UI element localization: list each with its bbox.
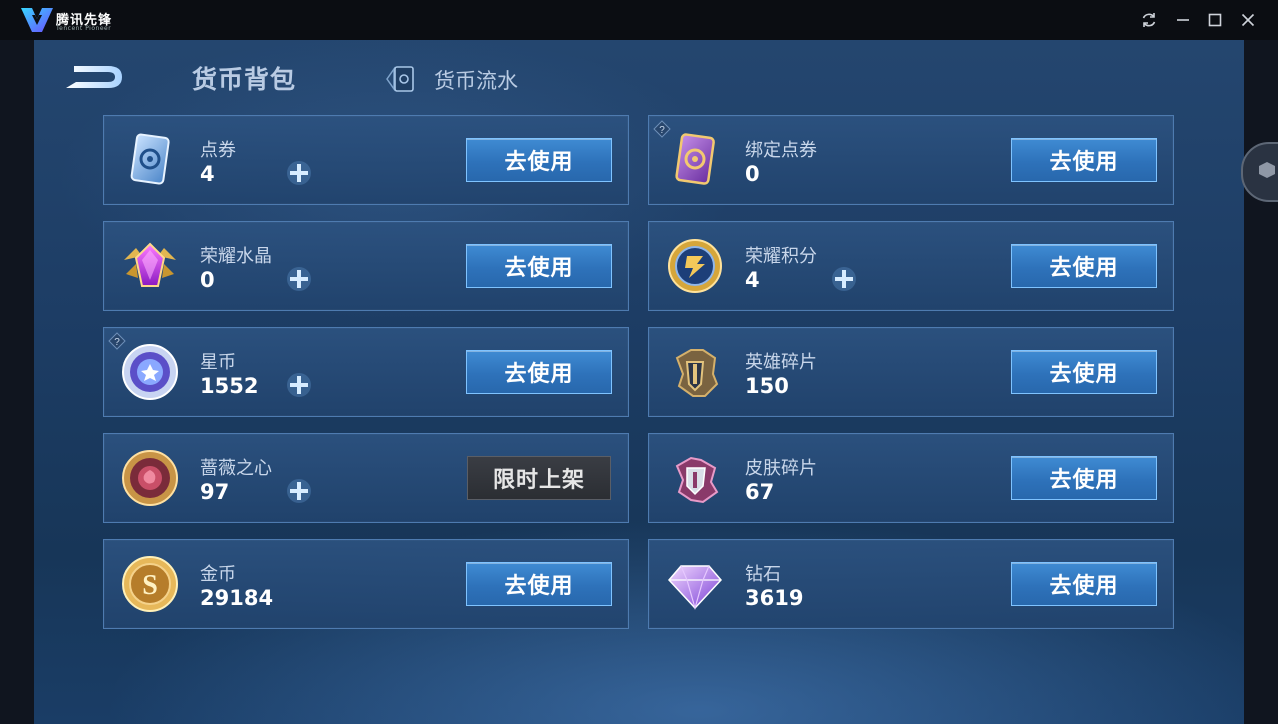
currency-card-rose-heart: 蔷薇之心 97 限时上架 [103,433,629,523]
currency-count: 4 [745,268,760,292]
bound-coupon-card-icon [663,128,727,192]
left-letterbox [0,40,34,724]
app-logo-subtext: Tencent Pioneer [56,25,112,32]
refresh-button[interactable] [1139,10,1159,30]
use-button[interactable]: 去使用 [466,138,612,182]
plus-icon [287,267,311,291]
svg-text:S: S [142,570,158,601]
back-arrow-icon [66,66,122,88]
tencent-pioneer-logo-icon [21,8,53,32]
currency-card-glory-points: 荣耀积分 4 去使用 [648,221,1174,311]
use-button[interactable]: 去使用 [1011,456,1157,500]
currency-name: 荣耀水晶 [200,246,272,267]
currency-card-gold-coin: S 金币 29184 去使用 [103,539,629,629]
plus-icon [287,479,311,503]
diamond-icon [663,552,727,616]
currency-name: 荣耀积分 [745,246,817,267]
use-button[interactable]: 去使用 [1011,244,1157,288]
currency-count: 0 [200,268,215,292]
add-glory-points-button[interactable] [829,264,859,294]
currency-card-coupon: 点券 4 去使用 [103,115,629,205]
plus-icon [287,373,311,397]
currency-card-glory-crystal: 荣耀水晶 0 去使用 [103,221,629,311]
minimize-icon [1177,19,1189,21]
plus-icon [832,267,856,291]
add-coupon-button[interactable] [284,158,314,188]
use-button[interactable]: 去使用 [466,244,612,288]
currency-card-bound-coupon: ? 绑定点券 0 去使用 [648,115,1174,205]
emulator-title-bar: 腾讯先锋 Tencent Pioneer [0,0,1278,40]
currency-name: 点券 [200,140,236,161]
currency-name: 金币 [200,564,236,585]
hero-fragment-icon [663,340,727,404]
currency-count: 4 [200,162,215,186]
use-button[interactable]: 去使用 [466,350,612,394]
maximize-icon [1208,13,1222,27]
glory-crystal-icon [118,234,182,298]
currency-count: 67 [745,480,775,504]
maximize-button[interactable] [1205,10,1225,30]
gold-coin-icon: S [118,552,182,616]
currency-count: 0 [745,162,760,186]
currency-card-star-coin: ? 星币 1552 去使用 [103,327,629,417]
currency-count: 29184 [200,586,274,610]
use-button[interactable]: 去使用 [1011,350,1157,394]
ledger-card-icon [386,66,414,92]
currency-name: 蔷薇之心 [200,458,272,479]
currency-card-diamond: 钻石 3619 去使用 [648,539,1174,629]
use-button[interactable]: 去使用 [1011,138,1157,182]
currency-name: 钻石 [745,564,781,585]
currency-backpack-screen: 货币背包 货币流水 点券 4 去使用 ? 绑定点券 0 去使用 荣耀水晶 0 去… [34,40,1244,724]
use-button[interactable]: 去使用 [1011,562,1157,606]
currency-count: 1552 [200,374,259,398]
close-icon [1241,13,1255,27]
coupon-card-icon [118,128,182,192]
add-star-coin-button[interactable] [284,370,314,400]
close-button[interactable] [1238,10,1258,30]
page-title: 货币背包 [192,65,297,94]
currency-flow-label: 货币流水 [434,69,518,93]
glory-points-icon [663,234,727,298]
limited-time-button: 限时上架 [467,456,611,500]
use-button[interactable]: 去使用 [466,562,612,606]
skin-fragment-icon [663,446,727,510]
currency-count: 3619 [745,586,804,610]
currency-name: 皮肤碎片 [745,458,817,479]
star-coin-icon [118,340,182,404]
refresh-icon [1142,13,1156,27]
currency-count: 150 [745,374,789,398]
currency-count: 97 [200,480,230,504]
add-rose-heart-button[interactable] [284,476,314,506]
minimize-button[interactable] [1173,10,1193,30]
back-button[interactable] [62,60,128,94]
currency-card-skin-fragment: 皮肤碎片 67 去使用 [648,433,1174,523]
currency-card-hero-fragment: 英雄碎片 150 去使用 [648,327,1174,417]
rose-heart-icon [118,446,182,510]
currency-name: 星币 [200,352,236,373]
plus-icon [287,161,311,185]
add-glory-crystal-button[interactable] [284,264,314,294]
currency-name: 绑定点券 [745,140,817,161]
currency-name: 英雄碎片 [745,352,817,373]
